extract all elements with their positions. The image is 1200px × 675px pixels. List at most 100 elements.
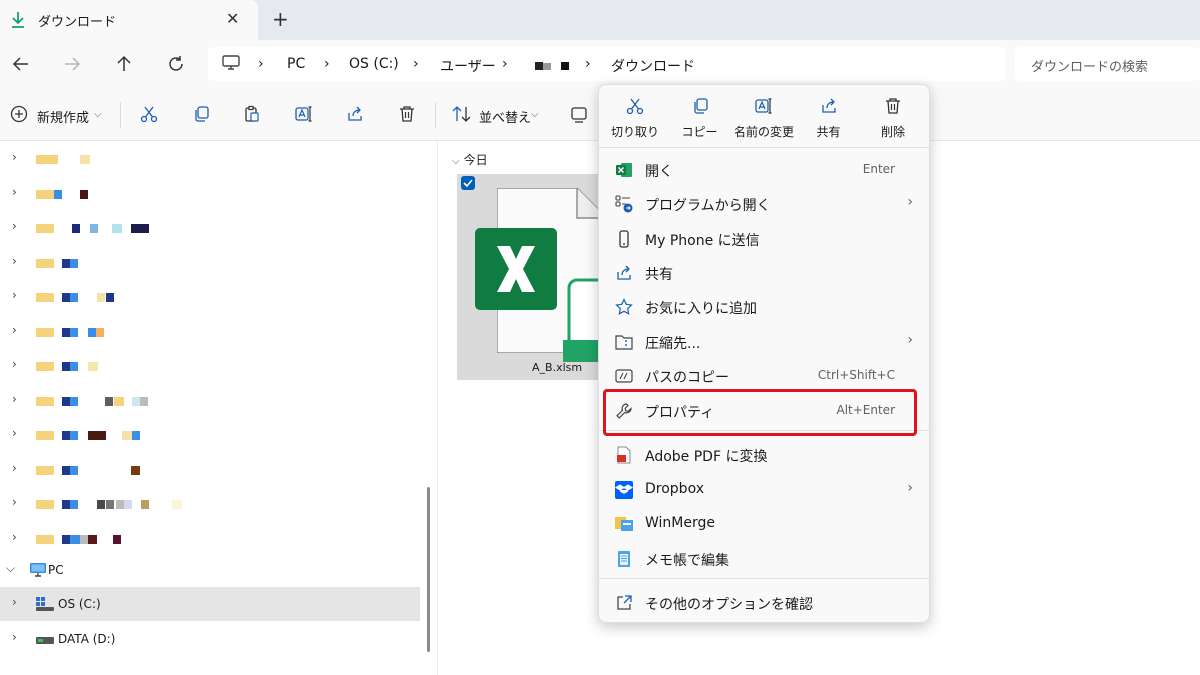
breadcrumb-pc[interactable]: PC (287, 56, 305, 72)
file-checkbox[interactable] (461, 176, 475, 190)
redacted-username[interactable] (535, 62, 571, 70)
quick-action-share-button[interactable]: 共有 (797, 95, 861, 143)
chevron-down-icon[interactable]: ⌵ (531, 109, 539, 120)
chevron-right-icon[interactable]: › (12, 495, 17, 509)
chevron-right-icon[interactable]: › (12, 254, 17, 268)
paste-icon[interactable] (243, 105, 261, 123)
breadcrumb-users[interactable]: ユーザー (440, 56, 496, 76)
menu-item-more-options[interactable]: その他のオプションを確認 (605, 586, 923, 618)
refresh-button[interactable] (167, 55, 185, 73)
redacted-folder-name (112, 224, 122, 233)
menu-item-star[interactable]: お気に入りに追加 (605, 290, 923, 322)
nav-folder-item[interactable]: › (0, 522, 420, 556)
chevron-right-icon[interactable]: › (12, 357, 17, 371)
copy-icon[interactable] (192, 105, 210, 123)
new-tab-button[interactable]: + (272, 8, 289, 30)
chevron-right-icon[interactable]: › (12, 185, 17, 199)
redacted-folder-name (122, 431, 132, 440)
tab-downloads[interactable]: ダウンロード ✕ (0, 0, 258, 40)
copy-icon (691, 97, 709, 115)
nav-folder-item[interactable]: › (0, 280, 420, 314)
nav-folder-item[interactable]: › (0, 177, 420, 211)
chevron-right-icon[interactable]: › (12, 630, 17, 644)
nav-folder-item[interactable]: › (0, 349, 420, 383)
chevron-right-icon[interactable]: › (12, 150, 17, 164)
excel-icon (475, 228, 557, 310)
back-button[interactable] (12, 55, 30, 73)
pane-divider[interactable] (437, 141, 438, 675)
chevron-down-icon[interactable]: ⌵ (6, 561, 15, 576)
redacted-folder-name (88, 327, 96, 337)
new-button[interactable]: 新規作成 (37, 107, 89, 126)
menu-item-label: プログラムから開く (645, 198, 771, 214)
chevron-right-icon[interactable]: › (12, 219, 17, 233)
menu-item-excel[interactable]: 開く Enter (605, 153, 923, 185)
redacted-folder-name (62, 327, 70, 337)
breadcrumb-downloads[interactable]: ダウンロード (611, 56, 695, 76)
zip-icon (615, 333, 633, 351)
nav-folder-item[interactable]: › (0, 418, 420, 452)
redacted-folder-name (36, 258, 54, 268)
open-with-icon (615, 195, 633, 213)
sort-button[interactable]: 並べ替え (479, 107, 531, 126)
chevron-right-icon[interactable]: › (12, 323, 17, 337)
redacted-folder-name (62, 534, 70, 544)
redacted-folder-name (114, 396, 124, 406)
menu-item-pdf[interactable]: Adobe PDF に変換 (605, 438, 923, 470)
new-plus-icon[interactable] (10, 105, 28, 123)
nav-scrollbar[interactable] (427, 487, 430, 652)
chevron-down-icon[interactable]: ⌵ (94, 109, 102, 120)
menu-item-dropbox[interactable]: Dropbox › (605, 473, 923, 505)
chevron-right-icon[interactable]: › (12, 392, 17, 406)
up-button[interactable] (115, 55, 133, 73)
cut-icon[interactable] (140, 105, 158, 123)
nav-folder-item[interactable]: › (0, 453, 420, 487)
menu-item-phone[interactable]: My Phone に送信 (605, 222, 923, 254)
delete-icon[interactable] (398, 105, 416, 123)
chevron-right-icon[interactable]: › (12, 288, 17, 302)
menu-item-zip[interactable]: 圧縮先... › (605, 325, 923, 357)
menu-item-winmerge[interactable]: WinMerge (605, 507, 923, 539)
file-item[interactable] (457, 174, 607, 380)
nav-folder-item[interactable]: › (0, 211, 420, 245)
address-row: › PC › OS (C:) › ユーザー › › ダウンロード ダウンロードの… (0, 40, 1200, 90)
close-tab-button[interactable]: ✕ (226, 11, 239, 27)
redacted-folder-name (132, 396, 140, 406)
redacted-folder-name (70, 327, 78, 337)
nav-folder-item[interactable]: › (0, 384, 420, 418)
menu-item-path-copy[interactable]: パスのコピー Ctrl+Shift+C (605, 359, 923, 391)
annotation-highlight-box (603, 389, 917, 436)
quick-action-cut-button[interactable]: 切り取り (603, 95, 667, 143)
address-bar[interactable]: › PC › OS (C:) › ユーザー › › ダウンロード (208, 47, 1005, 81)
nav-item-pc[interactable]: ⌵ PC (0, 553, 420, 587)
quick-action-delete-button[interactable]: 削除 (861, 95, 925, 143)
sort-icon[interactable] (452, 105, 472, 123)
group-header[interactable]: ⌵ 今日 (452, 151, 488, 168)
redacted-folder-name (62, 465, 70, 475)
search-box[interactable]: ダウンロードの検索 (1015, 47, 1200, 81)
menu-divider (599, 578, 929, 579)
chevron-right-icon: › (907, 194, 913, 210)
nav-folder-item[interactable]: › (0, 315, 420, 349)
chevron-right-icon[interactable]: › (12, 461, 17, 475)
forward-button[interactable] (63, 55, 81, 73)
chevron-right-icon[interactable]: › (12, 426, 17, 440)
menu-item-label: お気に入りに追加 (645, 301, 757, 317)
menu-item-share[interactable]: 共有 (605, 256, 923, 288)
breadcrumb-os-c[interactable]: OS (C:) (349, 56, 399, 72)
rename-icon[interactable] (295, 105, 313, 123)
quick-action-copy-button[interactable]: コピー (668, 95, 732, 143)
menu-item-notepad[interactable]: メモ帳で編集 (605, 542, 923, 574)
nav-folder-item[interactable]: › (0, 487, 420, 521)
view-icon[interactable] (570, 105, 588, 123)
quick-action-rename-button[interactable]: 名前の変更 (732, 95, 796, 143)
nav-folder-item[interactable]: › (0, 142, 420, 176)
chevron-right-icon[interactable]: › (12, 530, 17, 544)
nav-item-data-d[interactable]: › DATA (D:) (0, 622, 420, 656)
drive-c-icon (36, 597, 54, 611)
share-icon[interactable] (346, 105, 364, 123)
nav-item-os-c[interactable]: › OS (C:) (0, 587, 420, 621)
menu-item-open-with[interactable]: プログラムから開く › (605, 187, 923, 219)
nav-folder-item[interactable]: › (0, 246, 420, 280)
chevron-right-icon[interactable]: › (12, 595, 17, 609)
